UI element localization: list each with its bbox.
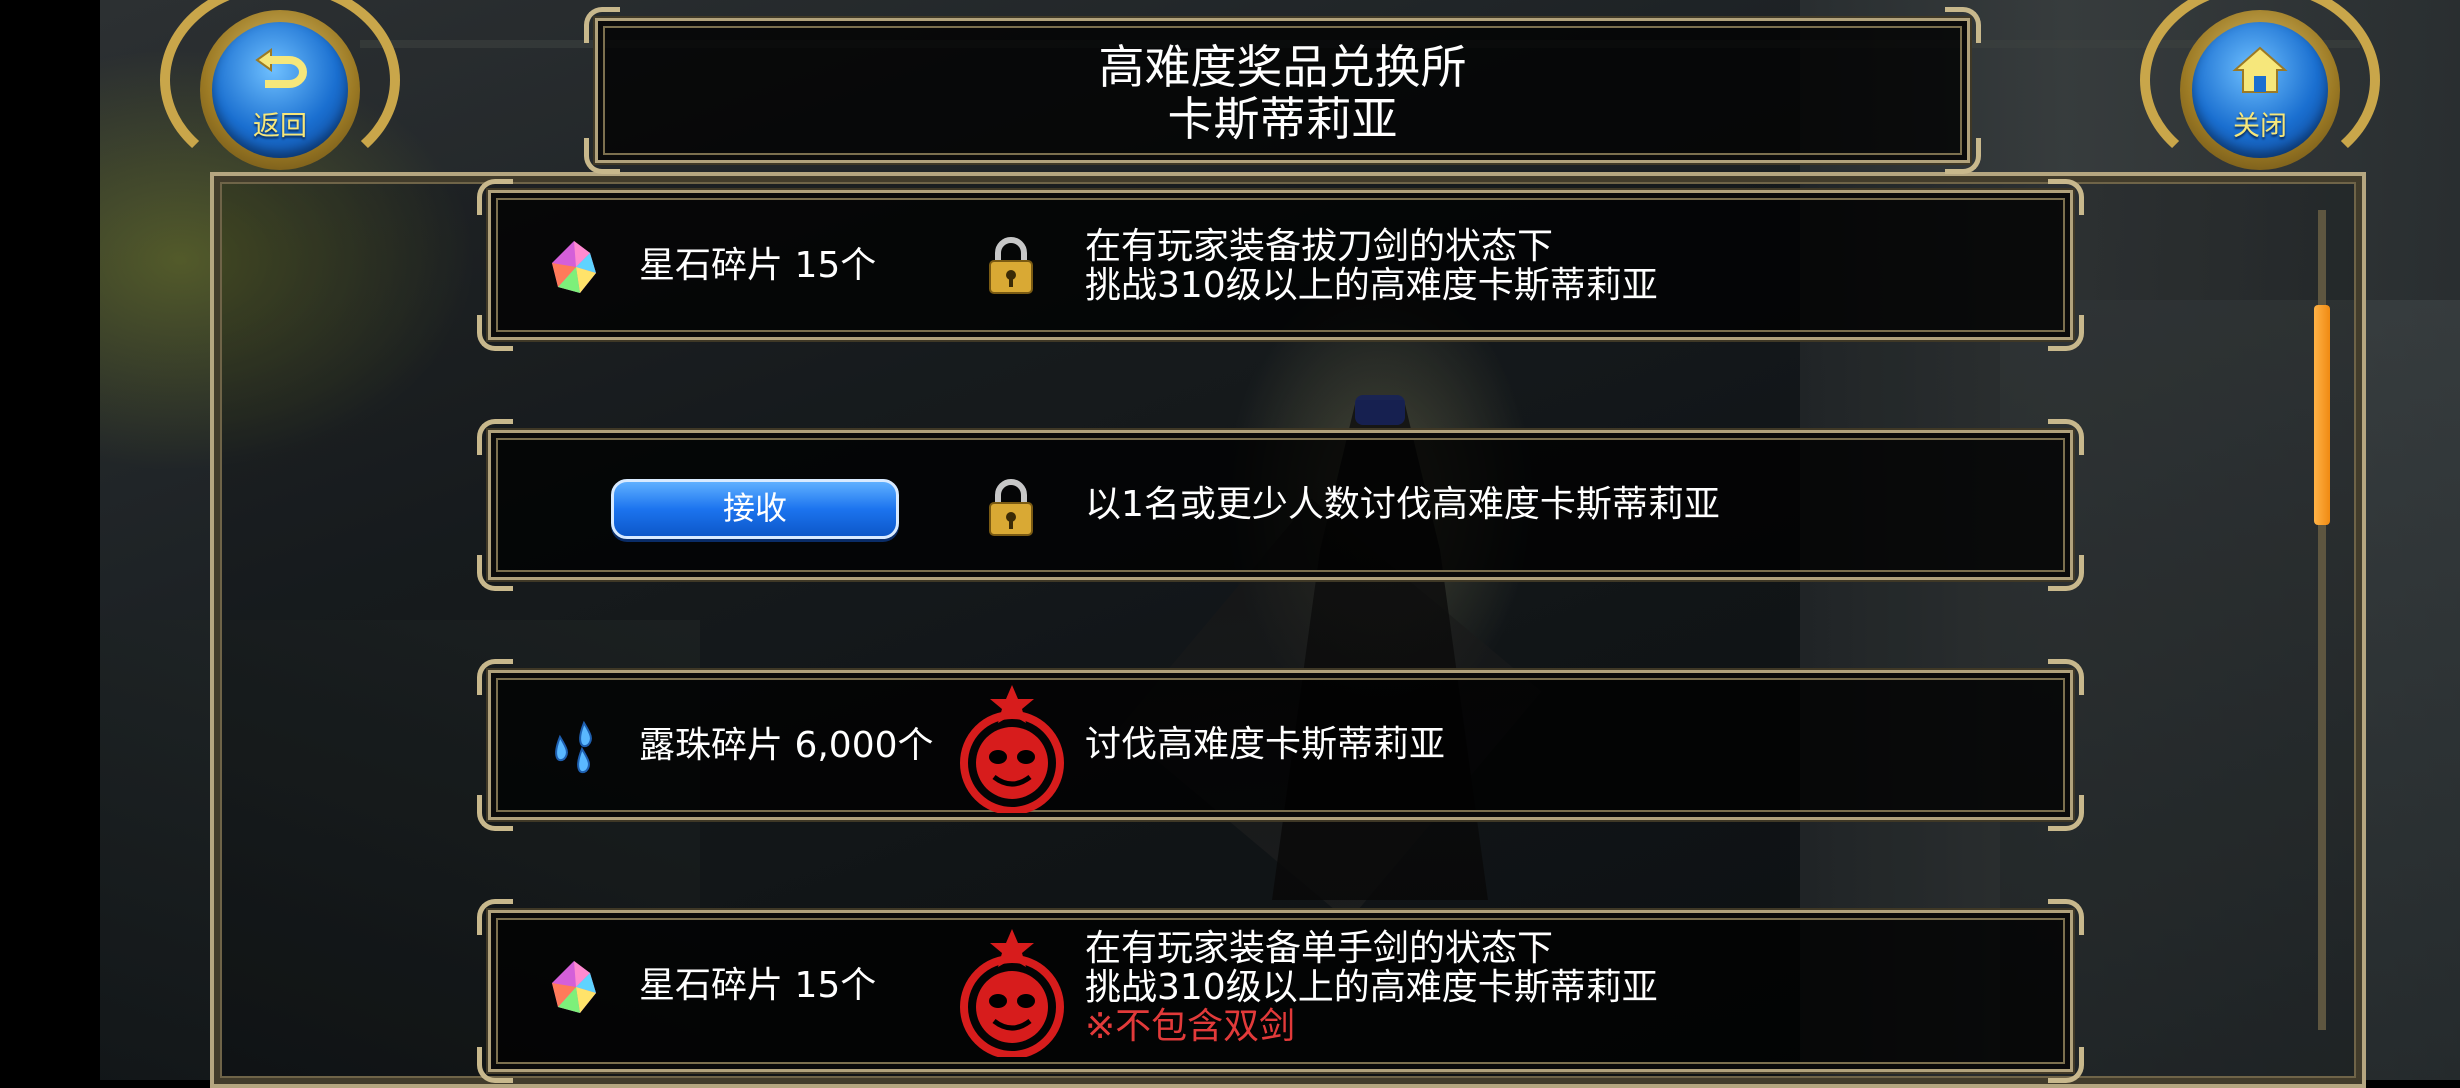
reward-row: 星石碎片 15个 在有玩家装备单手剑的状态下 挑战310级以上的高难度卡斯蒂莉亚…: [477, 899, 2084, 1083]
close-button-label: 关闭: [2233, 111, 2287, 142]
home-icon: [2232, 46, 2288, 93]
reward-condition: 在有玩家装备单手剑的状态下 挑战310级以上的高难度卡斯蒂莉亚 ※不包含双剑: [1085, 928, 1658, 1047]
lock-icon: [989, 237, 1033, 294]
reward-condition: 以1名或更少人数讨伐高难度卡斯蒂莉亚: [1085, 484, 1720, 525]
reward-item-name: 星石碎片 15个: [639, 965, 877, 1006]
scrollbar-thumb[interactable]: [2314, 305, 2330, 525]
reward-row: 星石碎片 15个 在有玩家装备拔刀剑的状态下 挑战310级以上的高难度卡斯蒂莉亚: [477, 179, 2084, 351]
receive-button[interactable]: 接收: [611, 479, 899, 539]
star-stone-icon: [552, 241, 596, 293]
completed-seal-icon: [960, 685, 1064, 813]
star-stone-icon: [552, 961, 596, 1013]
page-subtitle: 卡斯蒂莉亚: [1167, 92, 1398, 146]
close-button[interactable]: 关闭: [2140, 0, 2380, 180]
reward-item-name: 星石碎片 15个: [639, 245, 877, 286]
completed-seal-icon: [960, 929, 1064, 1057]
back-button-label: 返回: [253, 111, 307, 142]
title-banner: 高难度奖品兑换所 卡斯蒂莉亚: [584, 7, 1981, 174]
reward-row: 露珠碎片 6,000个 讨伐高难度卡斯蒂莉亚: [477, 659, 2084, 831]
reward-condition: 在有玩家装备拔刀剑的状态下 挑战310级以上的高难度卡斯蒂莉亚: [1085, 226, 1658, 306]
return-arrow-icon: [255, 48, 307, 88]
reward-item-name: 露珠碎片 6,000个: [639, 725, 934, 766]
lock-icon: [989, 479, 1033, 536]
reward-row: 接收 以1名或更少人数讨伐高难度卡斯蒂莉亚: [477, 419, 2084, 591]
warning-note: ※不包含双剑: [1085, 1006, 1296, 1047]
page-title: 高难度奖品兑换所: [1098, 40, 1467, 94]
back-button[interactable]: 返回: [160, 0, 400, 180]
reward-condition: 讨伐高难度卡斯蒂莉亚: [1085, 724, 1446, 765]
dew-drop-icon: [555, 720, 592, 774]
